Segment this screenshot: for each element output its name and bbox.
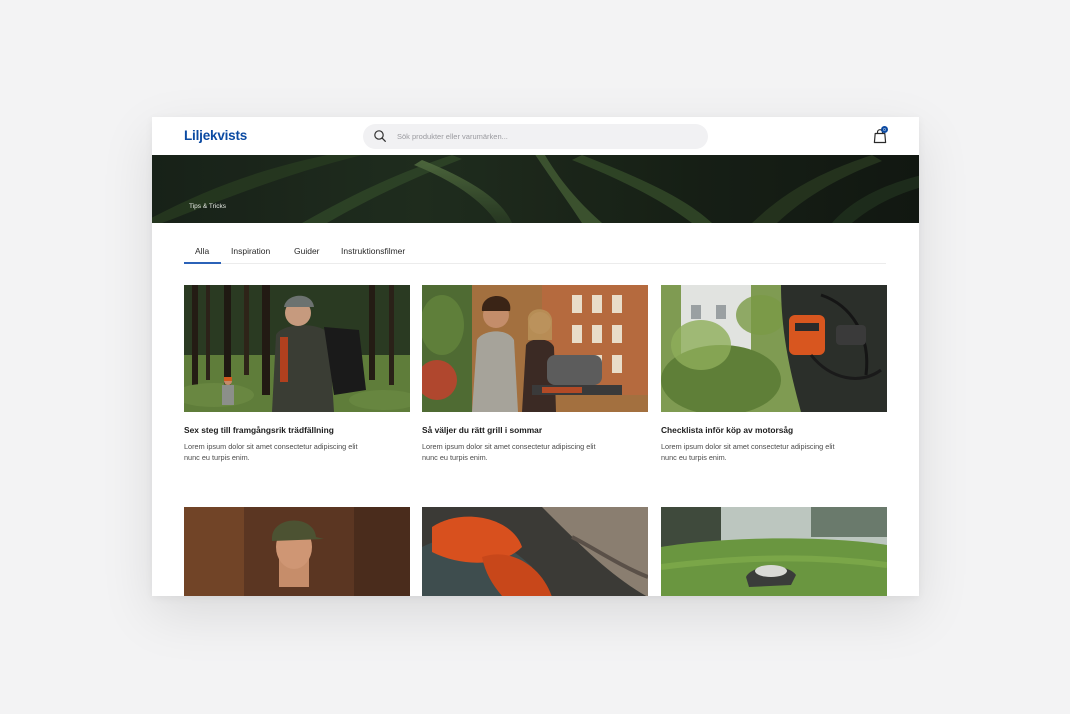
robot-mower-image xyxy=(661,507,887,596)
site-header: Liljekvists 0 xyxy=(152,117,919,155)
category-tabs: Alla Inspiration Guider Instruktionsfilm… xyxy=(184,235,886,264)
man-in-cap-image xyxy=(184,507,410,596)
search-bar[interactable] xyxy=(363,124,708,149)
article-image xyxy=(661,285,887,412)
article-excerpt: Lorem ipsum dolor sit amet consectetur a… xyxy=(422,442,596,462)
active-tab-indicator xyxy=(184,262,221,264)
article-image xyxy=(422,507,648,596)
article-title[interactable]: Så väljer du rätt grill i sommar xyxy=(422,425,648,435)
tab-guider[interactable]: Guider xyxy=(294,246,320,256)
article-image xyxy=(422,285,648,412)
chainsaw-gear-image xyxy=(661,285,887,412)
forest-hiker-image xyxy=(184,285,410,412)
article-card-tree-felling[interactable]: Sex steg till framgångsrik trädfällning … xyxy=(184,285,410,463)
cart-button[interactable]: 0 xyxy=(872,126,888,144)
article-image xyxy=(184,507,410,596)
hero-foliage-image xyxy=(152,155,919,223)
article-excerpt: Lorem ipsum dolor sit amet consectetur a… xyxy=(661,442,835,462)
article-excerpt: Lorem ipsum dolor sit amet consectetur a… xyxy=(184,442,358,462)
search-input[interactable] xyxy=(397,124,697,149)
article-title[interactable]: Checklista inför köp av motorsåg xyxy=(661,425,887,435)
site-logo[interactable]: Liljekvists xyxy=(184,128,247,143)
tab-instruktionsfilmer[interactable]: Instruktionsfilmer xyxy=(341,246,405,256)
tab-alla[interactable]: Alla xyxy=(195,246,209,256)
chainsaw-closeup-image xyxy=(422,507,648,596)
article-card-6[interactable] xyxy=(661,507,887,596)
article-title[interactable]: Sex steg till framgångsrik trädfällning xyxy=(184,425,410,435)
tab-inspiration[interactable]: Inspiration xyxy=(231,246,270,256)
article-card-4[interactable] xyxy=(184,507,410,596)
grilling-couple-image xyxy=(422,285,648,412)
search-icon[interactable] xyxy=(373,129,387,143)
article-card-grill[interactable]: Så väljer du rätt grill i sommar Lorem i… xyxy=(422,285,648,463)
browser-page: Liljekvists 0 xyxy=(152,117,919,596)
hero-title: Tips & Tricks xyxy=(189,203,226,210)
article-image xyxy=(661,507,887,596)
cart-count-badge: 0 xyxy=(881,126,888,133)
article-card-chainsaw-checklist[interactable]: Checklista inför köp av motorsåg Lorem i… xyxy=(661,285,887,463)
hero-banner: Tips & Tricks xyxy=(152,155,919,223)
article-card-5[interactable] xyxy=(422,507,648,596)
article-image xyxy=(184,285,410,412)
